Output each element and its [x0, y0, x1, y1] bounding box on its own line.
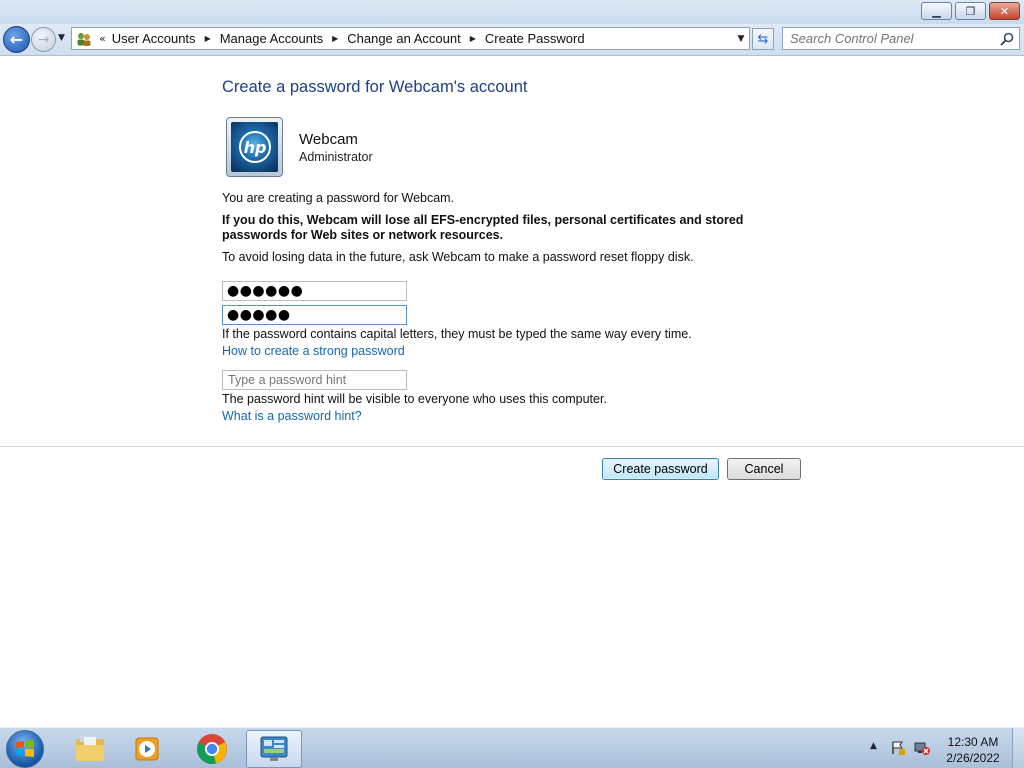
system-clock[interactable]: 12:30 AM 2/26/2022 [940, 734, 1006, 766]
create-password-button[interactable]: Create password [602, 458, 719, 480]
clock-time: 12:30 AM [947, 735, 999, 749]
taskbar: ▲ 12:30 AM 2/26/2022 [0, 727, 1024, 768]
search-icon[interactable] [999, 31, 1015, 47]
breadcrumb-create-password[interactable]: Create Password [485, 31, 585, 46]
window-title-bar: ▁ ❐ ✕ [0, 0, 1024, 24]
breadcrumb-chevron-icon[interactable]: ▶ [205, 34, 211, 43]
forward-button[interactable]: → [31, 27, 56, 52]
navigation-bar: ← → ▼ « User Accounts ▶ Manage Accounts … [0, 24, 1024, 56]
show-desktop-button[interactable] [1012, 728, 1024, 768]
breadcrumb-user-accounts[interactable]: User Accounts [112, 31, 196, 46]
password-hint-help-link[interactable]: What is a password hint? [222, 409, 362, 423]
forward-arrow-icon: → [37, 31, 50, 48]
breadcrumb-manage-accounts[interactable]: Manage Accounts [220, 31, 323, 46]
hint-note: The password hint will be visible to eve… [222, 392, 607, 406]
minimize-icon: ▁ [932, 4, 941, 18]
intro-text: You are creating a password for Webcam. [222, 191, 455, 205]
search-input[interactable] [783, 31, 988, 46]
warning-text: If you do this, Webcam will lose all EFS… [222, 213, 744, 242]
confirm-password-field[interactable] [222, 305, 407, 325]
user-name: Webcam [299, 131, 358, 148]
strong-password-link[interactable]: How to create a strong password [222, 344, 405, 358]
divider [0, 446, 1024, 447]
page-title: Create a password for Webcam's account [222, 78, 528, 96]
minimize-button[interactable]: ▁ [921, 2, 952, 20]
new-password-field[interactable] [222, 281, 407, 301]
taskbar-file-explorer[interactable] [62, 730, 118, 768]
taskbar-media-player[interactable] [120, 730, 176, 768]
breadcrumb-overflow-icon[interactable]: « [99, 32, 106, 45]
user-avatar: hp [226, 117, 283, 177]
file-explorer-icon [76, 736, 104, 761]
user-accounts-icon [76, 31, 92, 47]
taskbar-chrome[interactable] [184, 730, 240, 768]
close-icon: ✕ [999, 4, 1010, 18]
network-icon[interactable] [914, 740, 930, 756]
password-hint-field[interactable] [222, 370, 407, 390]
close-button[interactable]: ✕ [989, 2, 1020, 20]
taskbar-control-panel[interactable] [246, 730, 302, 768]
show-hidden-icons-icon[interactable]: ▲ [870, 741, 877, 751]
refresh-button[interactable]: ⇆ [752, 28, 774, 50]
search-box[interactable] [782, 27, 1020, 50]
breadcrumb-chevron-icon[interactable]: ▶ [332, 34, 338, 43]
back-button[interactable]: ← [3, 26, 30, 53]
cancel-button[interactable]: Cancel [727, 458, 801, 480]
back-arrow-icon: ← [9, 30, 24, 49]
action-center-icon[interactable] [890, 740, 906, 756]
clock-date: 2/26/2022 [946, 751, 1000, 765]
address-dropdown-icon[interactable]: ▼ [733, 28, 749, 49]
caps-note: If the password contains capital letters… [222, 327, 692, 341]
start-button[interactable] [6, 730, 44, 768]
chrome-icon [197, 734, 227, 764]
user-role: Administrator [299, 150, 373, 164]
restore-icon: ❐ [965, 4, 976, 18]
windows-logo-icon [16, 740, 34, 757]
control-panel-icon [260, 736, 288, 761]
breadcrumb-change-an-account[interactable]: Change an Account [347, 31, 460, 46]
advice-text: To avoid losing data in the future, ask … [222, 250, 694, 264]
content-pane: Create a password for Webcam's account h… [0, 57, 1024, 727]
breadcrumb-chevron-icon[interactable]: ▶ [470, 34, 476, 43]
avatar-logo-text: hp [243, 138, 266, 157]
address-bar[interactable]: « User Accounts ▶ Manage Accounts ▶ Chan… [71, 27, 750, 50]
window-controls: ▁ ❐ ✕ [921, 2, 1020, 20]
maximize-button[interactable]: ❐ [955, 2, 986, 20]
media-player-icon [135, 737, 159, 761]
refresh-icon: ⇆ [757, 31, 769, 47]
hp-logo-icon: hp [231, 122, 278, 172]
recent-pages-dropdown[interactable]: ▼ [58, 33, 65, 43]
